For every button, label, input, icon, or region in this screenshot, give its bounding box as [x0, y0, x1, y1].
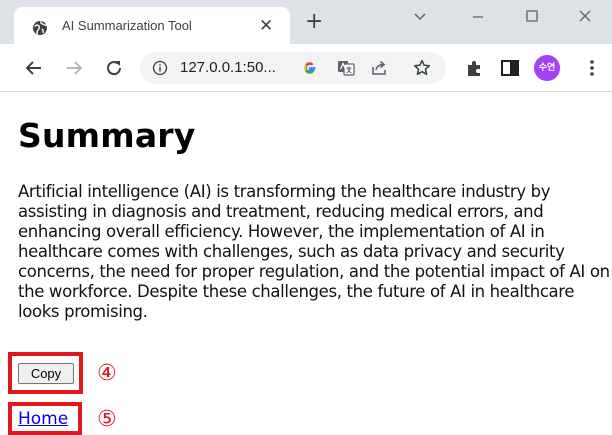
globe-icon [33, 21, 47, 35]
url-text[interactable]: 127.0.0.1:50... [180, 59, 276, 76]
forward-arrow-icon[interactable] [62, 56, 86, 80]
extensions-icon[interactable] [463, 56, 487, 80]
info-icon[interactable] [152, 60, 168, 76]
side-panel-icon[interactable] [498, 56, 522, 80]
copy-button[interactable]: Copy [18, 363, 74, 384]
summary-text: Artificial intelligence (AI) is transfor… [18, 182, 610, 321]
back-arrow-icon[interactable] [22, 56, 46, 80]
tab-title: AI Summarization Tool [62, 18, 192, 33]
tab-search-chevron-icon[interactable] [410, 6, 430, 26]
maximize-icon[interactable] [522, 6, 542, 26]
address-bar[interactable]: 127.0.0.1:50... [140, 52, 446, 84]
share-icon[interactable] [370, 58, 390, 78]
google-icon[interactable] [300, 58, 320, 78]
minimize-icon[interactable] [468, 6, 488, 26]
step-marker-copy: ④ [97, 361, 117, 386]
browser-toolbar: 127.0.0.1:50... 수연 [0, 44, 612, 92]
page-title: Summary [18, 116, 196, 155]
tab-close-icon[interactable]: ✕ [259, 16, 273, 36]
more-menu-icon[interactable] [580, 56, 604, 80]
close-window-icon[interactable] [575, 6, 595, 26]
browser-tab[interactable]: AI Summarization Tool ✕ [14, 7, 290, 44]
new-tab-button[interactable]: + [305, 11, 323, 33]
step-marker-home: ⑤ [97, 407, 117, 432]
browser-tab-strip: AI Summarization Tool ✕ + [0, 0, 612, 44]
translate-icon[interactable] [336, 58, 356, 78]
home-link[interactable]: Home [18, 408, 68, 430]
reload-icon[interactable] [102, 56, 126, 80]
profile-avatar[interactable]: 수연 [534, 55, 560, 81]
bookmark-star-icon[interactable] [412, 58, 432, 78]
